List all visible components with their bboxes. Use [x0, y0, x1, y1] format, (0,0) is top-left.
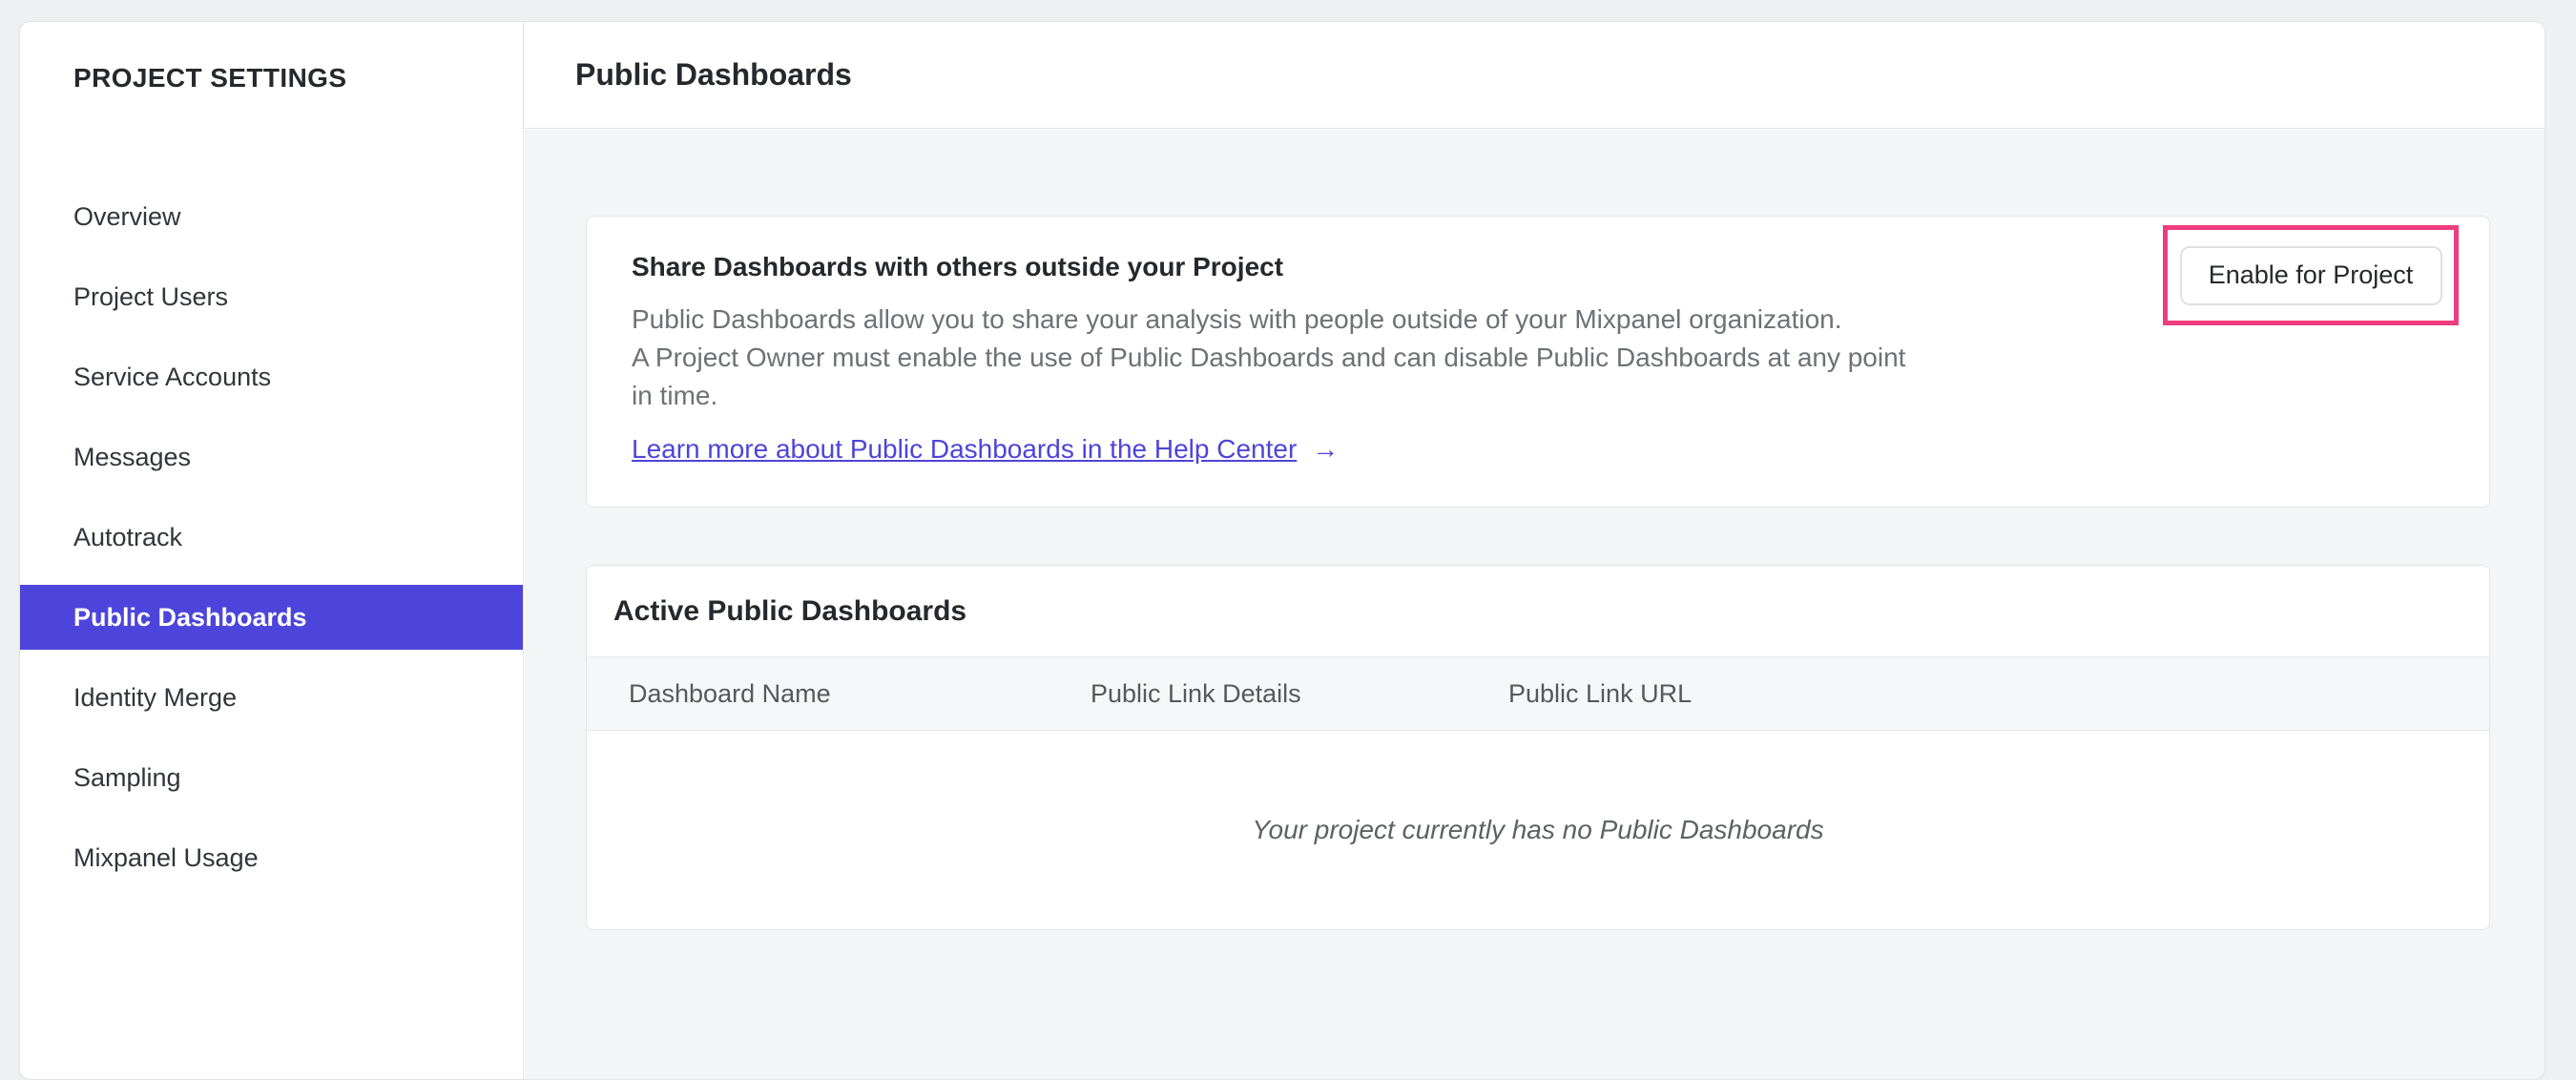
sidebar-item-sampling[interactable]: Sampling: [20, 737, 523, 818]
arrow-right-icon: →: [1312, 434, 1340, 464]
sidebar-item-overview[interactable]: Overview: [20, 177, 523, 257]
share-dashboards-card: Share Dashboards with others outside you…: [586, 216, 2490, 508]
active-card-title: Active Public Dashboards: [613, 594, 967, 627]
column-public-link-url: Public Link URL: [1508, 678, 1693, 708]
sidebar-nav: Overview Project Users Service Accounts …: [20, 177, 523, 898]
settings-panel: PROJECT SETTINGS Overview Project Users …: [19, 21, 2545, 1080]
active-public-dashboards-card: Active Public Dashboards Dashboard Name …: [586, 565, 2490, 930]
column-dashboard-name: Dashboard Name: [629, 678, 831, 708]
page-title: Public Dashboards: [575, 57, 852, 92]
sidebar-item-mixpanel-usage[interactable]: Mixpanel Usage: [20, 818, 523, 898]
page: { "sidebar": { "title": "PROJECT SETTING…: [0, 0, 2576, 1080]
highlight-box: Enable for Project: [2163, 225, 2459, 325]
main-area: Public Dashboards Share Dashboards with …: [525, 22, 2545, 1079]
enable-for-project-button[interactable]: Enable for Project: [2179, 245, 2442, 305]
help-link-row: Learn more about Public Dashboards in th…: [632, 434, 2489, 465]
description-line-3: in time.: [632, 381, 718, 410]
sidebar-item-autotrack[interactable]: Autotrack: [20, 497, 523, 577]
help-center-link[interactable]: Learn more about Public Dashboards in th…: [632, 434, 1297, 465]
main-body: Share Dashboards with others outside you…: [525, 130, 2545, 1079]
description-line-2: A Project Owner must enable the use of P…: [632, 343, 1906, 372]
dashboards-table-header: Dashboard Name Public Link Details Publi…: [587, 656, 2489, 731]
column-public-link-details: Public Link Details: [1091, 678, 1301, 708]
sidebar-item-identity-merge[interactable]: Identity Merge: [20, 657, 523, 737]
sidebar-item-messages[interactable]: Messages: [20, 417, 523, 497]
main-header: Public Dashboards: [525, 22, 2545, 129]
sidebar-item-project-users[interactable]: Project Users: [20, 257, 523, 337]
sidebar-item-service-accounts[interactable]: Service Accounts: [20, 337, 523, 417]
sidebar-item-public-dashboards[interactable]: Public Dashboards: [20, 577, 523, 657]
empty-state-message: Your project currently has no Public Das…: [1252, 815, 1824, 844]
project-settings-sidebar: PROJECT SETTINGS Overview Project Users …: [20, 22, 524, 1079]
sidebar-title: PROJECT SETTINGS: [73, 63, 347, 93]
